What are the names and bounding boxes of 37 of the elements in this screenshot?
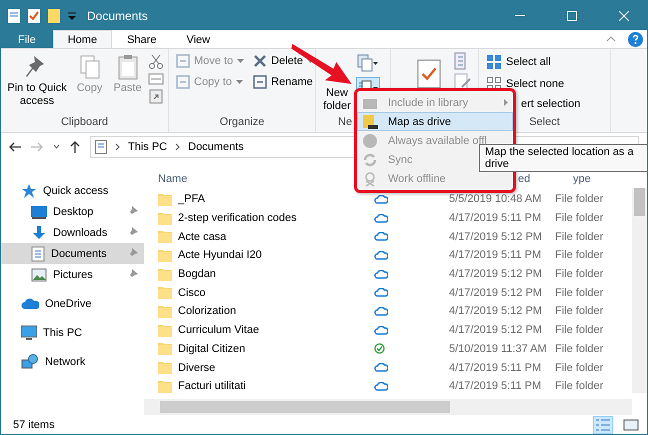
nav-label: OneDrive bbox=[45, 298, 92, 310]
nav-label: Desktop bbox=[53, 206, 94, 218]
type-cell: File folder bbox=[555, 362, 604, 374]
group-label: Clipboard bbox=[60, 116, 108, 128]
type-cell: File folder bbox=[555, 268, 604, 280]
date-cell-text: 4/17/2019 5:11 PM bbox=[449, 212, 542, 224]
nav-label: Network bbox=[45, 356, 86, 368]
date-cell-text: 4/17/2019 5:12 PM bbox=[449, 268, 543, 280]
type-cell: File folder bbox=[555, 212, 604, 224]
date-cell-text: 4/17/2019 5:11 PM bbox=[449, 362, 542, 374]
type-cell: File folder bbox=[555, 230, 604, 243]
group-label: Organize bbox=[220, 116, 264, 128]
date-cell-text: 4/17/2019 5:11 PM bbox=[449, 380, 542, 392]
nav-label: This PC bbox=[43, 326, 82, 338]
type-cell: File folder bbox=[555, 193, 604, 206]
window-title: Documents bbox=[87, 8, 149, 22]
type-cell: File folder bbox=[555, 324, 604, 336]
date-cell-text: 4/17/2019 5:12 PM bbox=[449, 286, 543, 299]
date-cell-text: 4/17/2019 5:12 PM bbox=[449, 305, 543, 318]
type-cell: File folder bbox=[555, 342, 604, 355]
type-cell: File folder bbox=[555, 249, 604, 262]
nav-label: Pictures bbox=[53, 268, 93, 280]
date-cell-text: 5/5/2019 10:48 AM bbox=[449, 193, 542, 206]
date-cell-text: 4/17/2019 5:11 PM bbox=[449, 249, 542, 262]
nav-label: Documents bbox=[51, 248, 107, 260]
date-cell-text: 4/17/2019 5:12 PM bbox=[449, 230, 543, 243]
group-label: Select bbox=[529, 116, 560, 128]
date-cell-text: 4/17/2019 5:12 PM bbox=[449, 324, 543, 336]
type-cell: File folder bbox=[555, 380, 604, 392]
type-cell: File folder bbox=[555, 286, 604, 299]
type-cell: File folder bbox=[555, 305, 604, 318]
group-label: Ne bbox=[338, 116, 352, 128]
tooltip: Map the selected location as a drive bbox=[479, 144, 647, 172]
nav-label: Quick access bbox=[43, 184, 108, 196]
nav-label: Downloads bbox=[53, 226, 108, 238]
item-count: 57 items bbox=[13, 419, 55, 431]
date-cell-text: 5/10/2019 11:37 AM bbox=[449, 342, 548, 355]
